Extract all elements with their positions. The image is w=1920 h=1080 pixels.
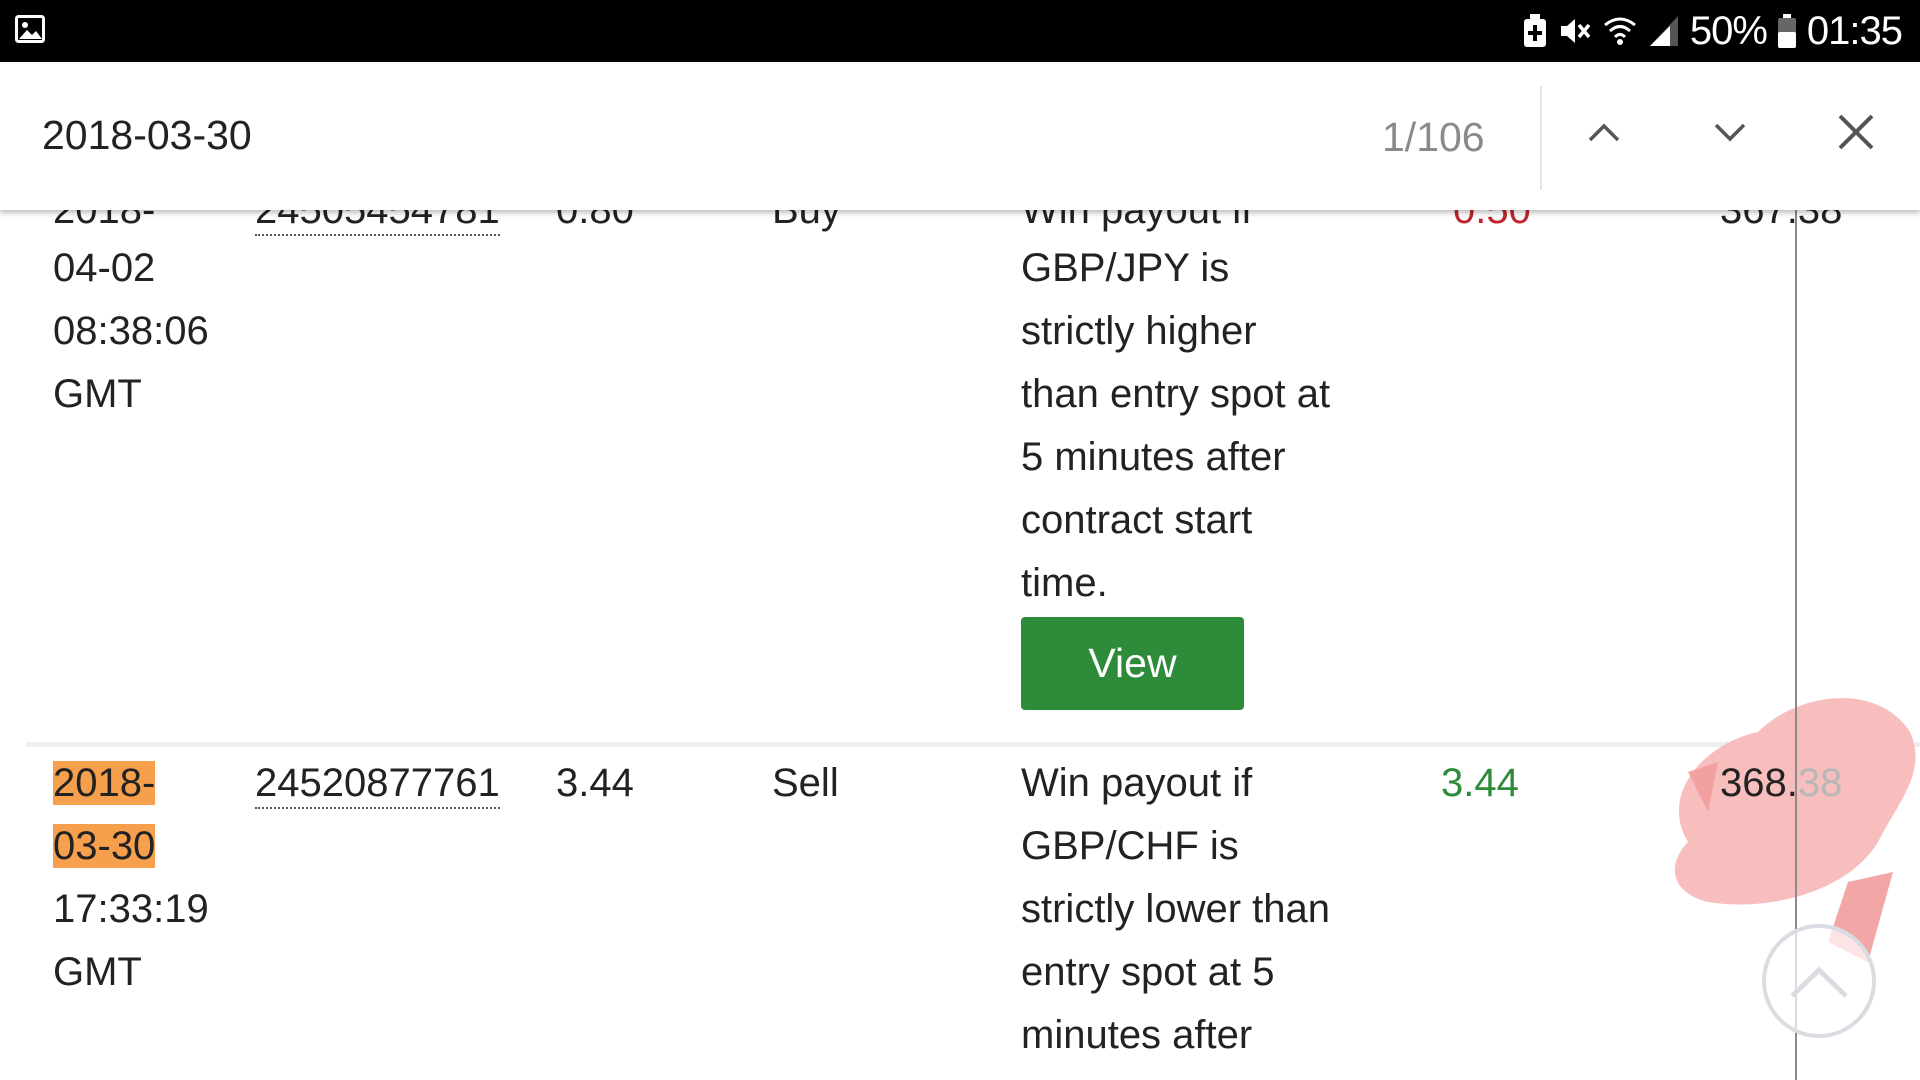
status-bar: 50% 01:35 [0,0,1920,62]
time-cell: 08:38:06 [53,309,209,353]
battery-percent: 50% [1689,8,1768,53]
find-in-page-bar: 1/106 [0,62,1920,210]
description-line: strictly higher [1021,309,1257,353]
timezone-cell: GMT [53,372,142,416]
previous-match-button[interactable] [1574,102,1634,162]
close-find-button[interactable] [1826,102,1886,162]
clock: 01:35 [1806,8,1903,53]
next-match-button[interactable] [1700,102,1760,162]
description-line: entry spot at 5 [1021,950,1275,994]
chevron-up-icon [1588,123,1620,142]
signal-icon [1649,16,1678,46]
description-line: Win payout if [1021,761,1253,805]
description-line: GBP/CHF is [1021,824,1239,868]
close-icon [1838,114,1874,150]
ref-id-link[interactable]: 24520877761 [255,759,500,809]
row-divider [26,742,1920,747]
profit-loss-cell: 3.44 [1441,761,1519,805]
balance-cell: 368.38 [1720,752,1842,815]
chevron-down-icon [1714,123,1746,142]
balance-rest: 38 [1797,761,1843,805]
match-count: 1/106 [1382,114,1485,160]
search-highlight: 2018- [53,761,156,805]
chevron-up-icon [1790,966,1848,998]
timezone-cell: GMT [53,950,142,994]
date-cell: 04-02 [53,246,156,290]
description-line: GBP/JPY is [1021,246,1230,290]
scroll-to-top-button[interactable] [1762,924,1876,1038]
amount-cell: 3.44 [556,761,634,805]
battery-icon [1777,14,1796,48]
type-cell: Sell [772,761,839,805]
pink-scribble-annotation [1674,698,1916,962]
balance-main: 368. [1720,761,1798,805]
divider [1540,86,1542,190]
description-line: 5 minutes after [1021,435,1286,479]
description-line: time. [1021,561,1108,605]
description-line: than entry spot at [1021,372,1331,416]
statement-table: 2018- 04-02 08:38:06 GMT 24505454781 0.8… [0,62,1920,1080]
description-line: contract start [1021,498,1253,542]
description-line: strictly lower than [1021,887,1330,931]
description-line: minutes after [1021,1013,1253,1057]
battery-saver-icon [1523,14,1546,47]
view-button[interactable]: View [1021,617,1244,710]
search-highlight: 03-30 [53,824,156,868]
gallery-icon [15,15,45,43]
find-input[interactable] [42,112,1242,159]
wifi-icon [1603,17,1636,45]
mute-icon [1560,19,1591,43]
time-cell: 17:33:19 [53,887,209,931]
